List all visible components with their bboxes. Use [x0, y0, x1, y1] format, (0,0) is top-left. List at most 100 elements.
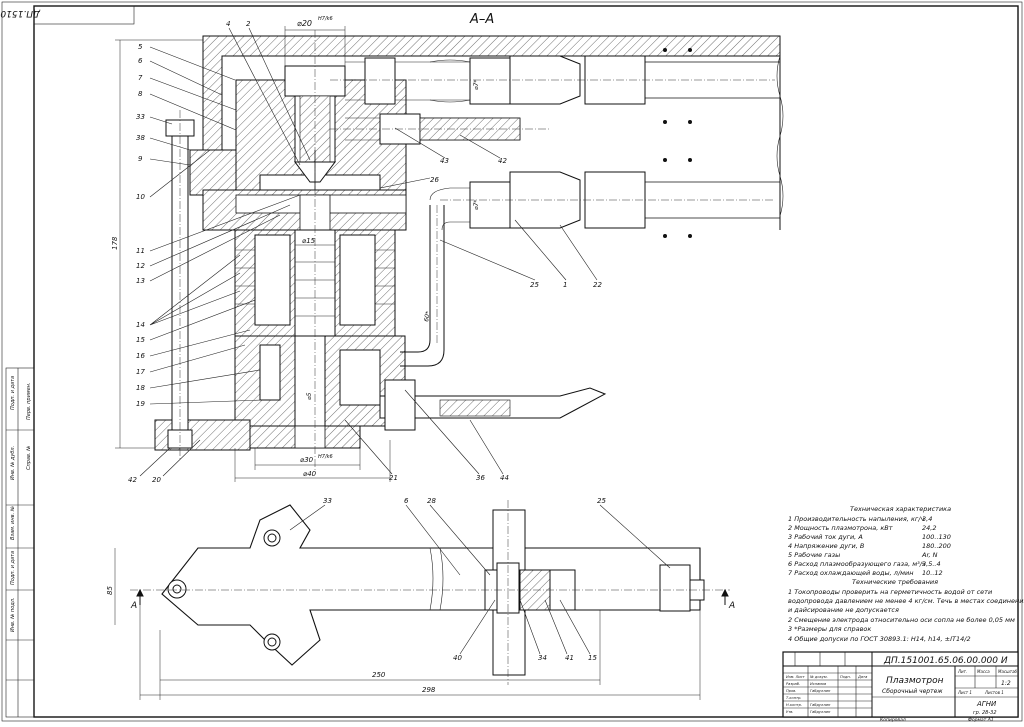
tb-sheets: Листов 1 — [984, 690, 1004, 695]
plan-leader-41: 41 — [565, 654, 574, 662]
side-cell-5: Инв. № подл. — [10, 598, 16, 633]
leader-4: 4 — [226, 20, 230, 28]
leader-36: 36 — [476, 474, 485, 482]
assembly-drawing-sheet: ДП.151001.65.06.00.000 И Подп. и дата Ин… — [0, 0, 1024, 723]
spec-value-1: 3,4 — [922, 515, 932, 523]
plan-leader-6: 6 — [404, 497, 409, 505]
spec-label-3: 3 Рабочий ток дуги, А — [788, 533, 863, 541]
tb-role-0: Изм. Лист — [786, 675, 806, 679]
side-cell-2: Инв. № дубл. — [10, 446, 16, 480]
requirement-1: 1 Токопроводы проверить на герметичность… — [788, 588, 992, 596]
title-block: ДП.151001.65.06.00.000 И Изм. Лист № док… — [782, 651, 1019, 723]
plan-view — [130, 500, 730, 685]
leader-9: 9 — [138, 155, 143, 163]
dim-d40: ⌀40 — [303, 470, 317, 478]
tb-sheet: Лист 1 — [957, 690, 972, 695]
dim-h85: 85 — [106, 586, 114, 595]
tb-format: Формат A1 — [968, 717, 994, 723]
tb-role-2: Пров. — [786, 689, 796, 693]
leader-5: 5 — [138, 43, 143, 51]
tb-col-scale: Масштаб — [998, 669, 1018, 674]
requirement-2: водопровода давлением не менее 4 кг/см. … — [788, 597, 1024, 605]
leader-10: 10 — [136, 193, 145, 201]
leader-33: 33 — [136, 113, 145, 121]
tech-specs: Техническая характеристика 1 Производите… — [788, 505, 1024, 643]
requirement-6: 4 Общие допуски по ГОСТ 30893.1: H14, h1… — [788, 635, 971, 643]
spec-label-5: 5 Рабочие газы — [788, 551, 840, 559]
leader-44: 44 — [500, 474, 509, 482]
spec-value-4: 180..200 — [922, 542, 951, 550]
leader-6: 6 — [138, 57, 143, 65]
dim-h178: 178 — [111, 236, 119, 250]
tb-role-3: Т.контр. — [786, 696, 802, 700]
tb-col-mass: Масса — [977, 669, 990, 674]
spec-value-2: 24,2 — [922, 524, 936, 532]
requirement-5: 3 *Размеры для справок — [788, 625, 871, 633]
dim-d5: ⌀5 — [306, 392, 313, 400]
leader-25: 25 — [530, 281, 539, 289]
dim-w250: 250 — [372, 671, 386, 679]
dim-d15: ⌀15 — [302, 237, 316, 245]
leader-42b: 42 — [128, 476, 137, 484]
tb-role-4: Н.контр. — [786, 703, 802, 707]
specs-title: Техническая характеристика — [850, 505, 951, 513]
drawing-canvas: ДП.151001.65.06.00.000 И Подп. и дата Ин… — [0, 1, 1024, 723]
tb-col-sign: Подп. — [840, 675, 851, 679]
spec-value-3: 100..130 — [922, 533, 951, 541]
dim-r60: 60* — [423, 311, 432, 323]
tb-role-1: Разраб. — [786, 682, 800, 686]
title-doc-type: Сборочный чертеж — [882, 688, 943, 695]
leader-18: 18 — [136, 384, 145, 392]
tb-group: гр. 28-32 — [973, 710, 997, 716]
spec-label-4: 4 Напряжение дуги, В — [788, 542, 865, 550]
tb-name-2: Габдуллин — [810, 689, 831, 693]
tb-name-0: № докум. — [809, 675, 828, 679]
leader-17: 17 — [136, 368, 145, 376]
tb-scale: 1:2 — [1001, 680, 1011, 687]
spec-label-6: 6 Расход плазмообразующего газа, м³/ч — [788, 560, 926, 568]
side-cell-7: Перв. примен. — [26, 382, 32, 420]
tb-copied: Копировал — [880, 717, 906, 723]
spec-label-2: 2 Мощность плазмотрона, кВт — [788, 524, 893, 532]
leader-15: 15 — [136, 336, 145, 344]
plan-leader-25: 25 — [597, 497, 606, 505]
section-label: А–А — [469, 12, 494, 27]
tb-name-1: Исламов — [810, 682, 826, 686]
dim-d20-fit: H7/k6 — [318, 16, 333, 22]
tb-col-date: Дата — [857, 675, 867, 679]
leader-38: 38 — [136, 134, 145, 142]
leader-1: 1 — [563, 281, 567, 289]
leader-11: 11 — [136, 247, 145, 255]
title-name: Плазмотрон — [886, 676, 944, 686]
spec-value-5: Ar, N — [921, 551, 938, 559]
dim-d30-fit: H7/k6 — [318, 454, 333, 460]
left-side-columns: Подп. и дата Инв. № дубл. Взам. инв. № П… — [5, 367, 35, 718]
leader-43: 43 — [440, 157, 449, 165]
dim-d7b: ⌀7* — [473, 200, 480, 210]
side-cell-4: Подп. и дата — [10, 551, 16, 585]
tb-role-5: Утв. — [786, 710, 794, 714]
leader-42: 42 — [498, 157, 507, 165]
requirements-title: Технические требования — [852, 578, 938, 586]
leader-2: 2 — [246, 20, 251, 28]
title-doc-number: ДП.151001.65.06.00.000 И — [883, 656, 1008, 666]
plan-leader-28: 28 — [427, 497, 436, 505]
leader-22: 22 — [593, 281, 602, 289]
tb-org: АГНИ — [976, 700, 997, 708]
dim-w298: 298 — [422, 686, 436, 694]
rotated-stamp: ДП.151001.65.06.00.000 И — [0, 8, 41, 18]
leader-14: 14 — [136, 321, 145, 329]
section-mark-left: A — [130, 601, 137, 611]
requirement-4: 2 Смещение электрода относительно оси со… — [788, 616, 1015, 624]
spec-value-7: 10..12 — [922, 569, 943, 577]
dim-d30: ⌀30 — [300, 456, 314, 464]
spec-label-7: 7 Расход охлаждающей воды, л/мин — [788, 569, 914, 577]
leader-7: 7 — [138, 74, 143, 82]
section-mark-right: A — [728, 601, 735, 611]
side-cell-1: Подп. и дата — [10, 376, 16, 410]
leader-13: 13 — [136, 277, 145, 285]
side-cell-6: Справ. № — [26, 446, 32, 470]
section-view — [154, 30, 784, 470]
tb-name-4: Габдуллин — [810, 703, 831, 707]
dim-d7a: ⌀7* — [473, 80, 480, 90]
